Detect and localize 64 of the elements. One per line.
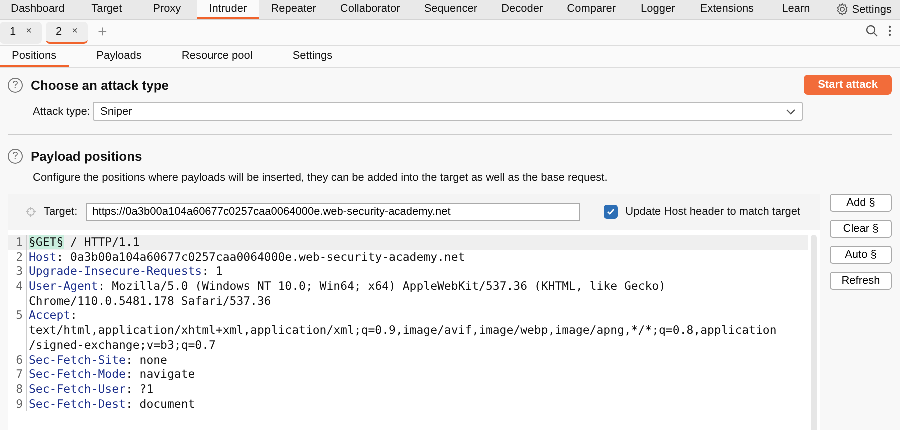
line-number: 3 [8,264,27,280]
nav-tab[interactable]: Logger [628,0,688,19]
line-number: 9 [8,396,27,412]
target-label: Target: [44,206,78,218]
code-line: Sec-Fetch-Site: none [29,352,168,368]
line-number: 2 [8,250,27,264]
code-line: Chrome/110.0.5481.178 Safari/537.36 [29,294,272,308]
nav-tab[interactable]: Learn [766,0,826,19]
attack-type-label: Attack type: [33,106,90,118]
line-number: 6 [8,352,27,368]
help-icon[interactable]: ? [8,78,23,92]
nav-tab[interactable]: Target [76,0,138,19]
sub-tab[interactable]: Settings [280,46,345,67]
line-number: 5 [8,308,27,324]
code-line: Sec-Fetch-Dest: document [29,396,196,412]
close-icon[interactable]: × [72,26,78,37]
action-button[interactable]: Add § [830,194,892,212]
settings-button[interactable]: Settings [826,0,900,19]
code-line: /signed-exchange;v=b3;q=0.7 [29,338,216,352]
attack-type-dropdown[interactable]: Sniper [93,102,804,121]
nav-tab[interactable]: Comparer [555,0,628,19]
nav-tab[interactable]: Extensions [688,0,766,19]
code-line: text/html,application/xhtml+xml,application/xml;q=0.9,image/avif,image/webp,image/apng,*/*;q=0.8,application [29,323,777,338]
section-title: Payload positions [31,148,142,164]
nav-tab[interactable]: Dashboard [0,0,77,19]
code-line: Sec-Fetch-User: ?1 [29,382,154,397]
line-number: 7 [8,367,27,382]
code-line: Host: 0a3b00a104a60677c0257caa0064000e.web-security-academy.net [29,250,466,264]
nav-tab[interactable]: Proxy [137,0,198,19]
checkmark-icon [606,208,615,216]
code-line: User-Agent: Mozilla/5.0 (Windows NT 10.0; Win64; x64) AppleWebKit/537.36 (KHTML, like Gecko) [29,279,666,294]
nav-tab[interactable]: Collaborator [328,0,412,19]
settings-icon [836,3,850,16]
chevron-down-icon[interactable] [786,108,796,114]
scrollbar[interactable] [811,235,817,430]
section-description: Configure the positions where payloads will be inserted, they can be added into the target as well as the base request. [33,172,609,184]
action-button[interactable]: Auto § [830,246,892,264]
section-title: Choose an attack type [31,78,169,92]
target-field[interactable]: https://0a3b00a104a60677c0257caa0064000e.web-security-academy.net [86,203,580,221]
search-icon[interactable] [866,25,878,37]
action-button[interactable]: Refresh [830,272,892,290]
nav-tab[interactable]: Decoder [490,0,556,19]
checkbox[interactable] [604,205,618,219]
nav-tab[interactable]: Repeater [259,0,328,19]
code-line: Upgrade-Insecure-Requests: 1 [29,264,223,280]
crosshair-icon [26,207,36,217]
request-tab[interactable]: 1 × [0,22,42,44]
sub-tab[interactable]: Payloads [84,46,154,67]
code-line: Accept: [29,308,78,324]
code-line: §GET§ / HTTP/1.1 [29,235,140,250]
sub-tab[interactable]: Resource pool [170,46,265,67]
line-number: 4 [8,279,27,294]
line-number: 8 [8,382,27,397]
nav-tab[interactable]: Intruder [197,0,260,19]
request-tab[interactable]: 2 × [46,22,88,44]
checkbox-label: Update Host header to match target [626,206,801,218]
code-line: Sec-Fetch-Mode: navigate [29,367,196,382]
close-icon[interactable]: × [26,26,32,37]
sub-tab[interactable]: Positions [0,46,69,67]
nav-tab[interactable]: Sequencer [412,0,490,19]
action-button[interactable]: Clear § [830,220,892,238]
more-icon[interactable] [888,25,892,37]
line-number: 1 [8,235,27,250]
help-icon[interactable]: ? [8,148,23,164]
